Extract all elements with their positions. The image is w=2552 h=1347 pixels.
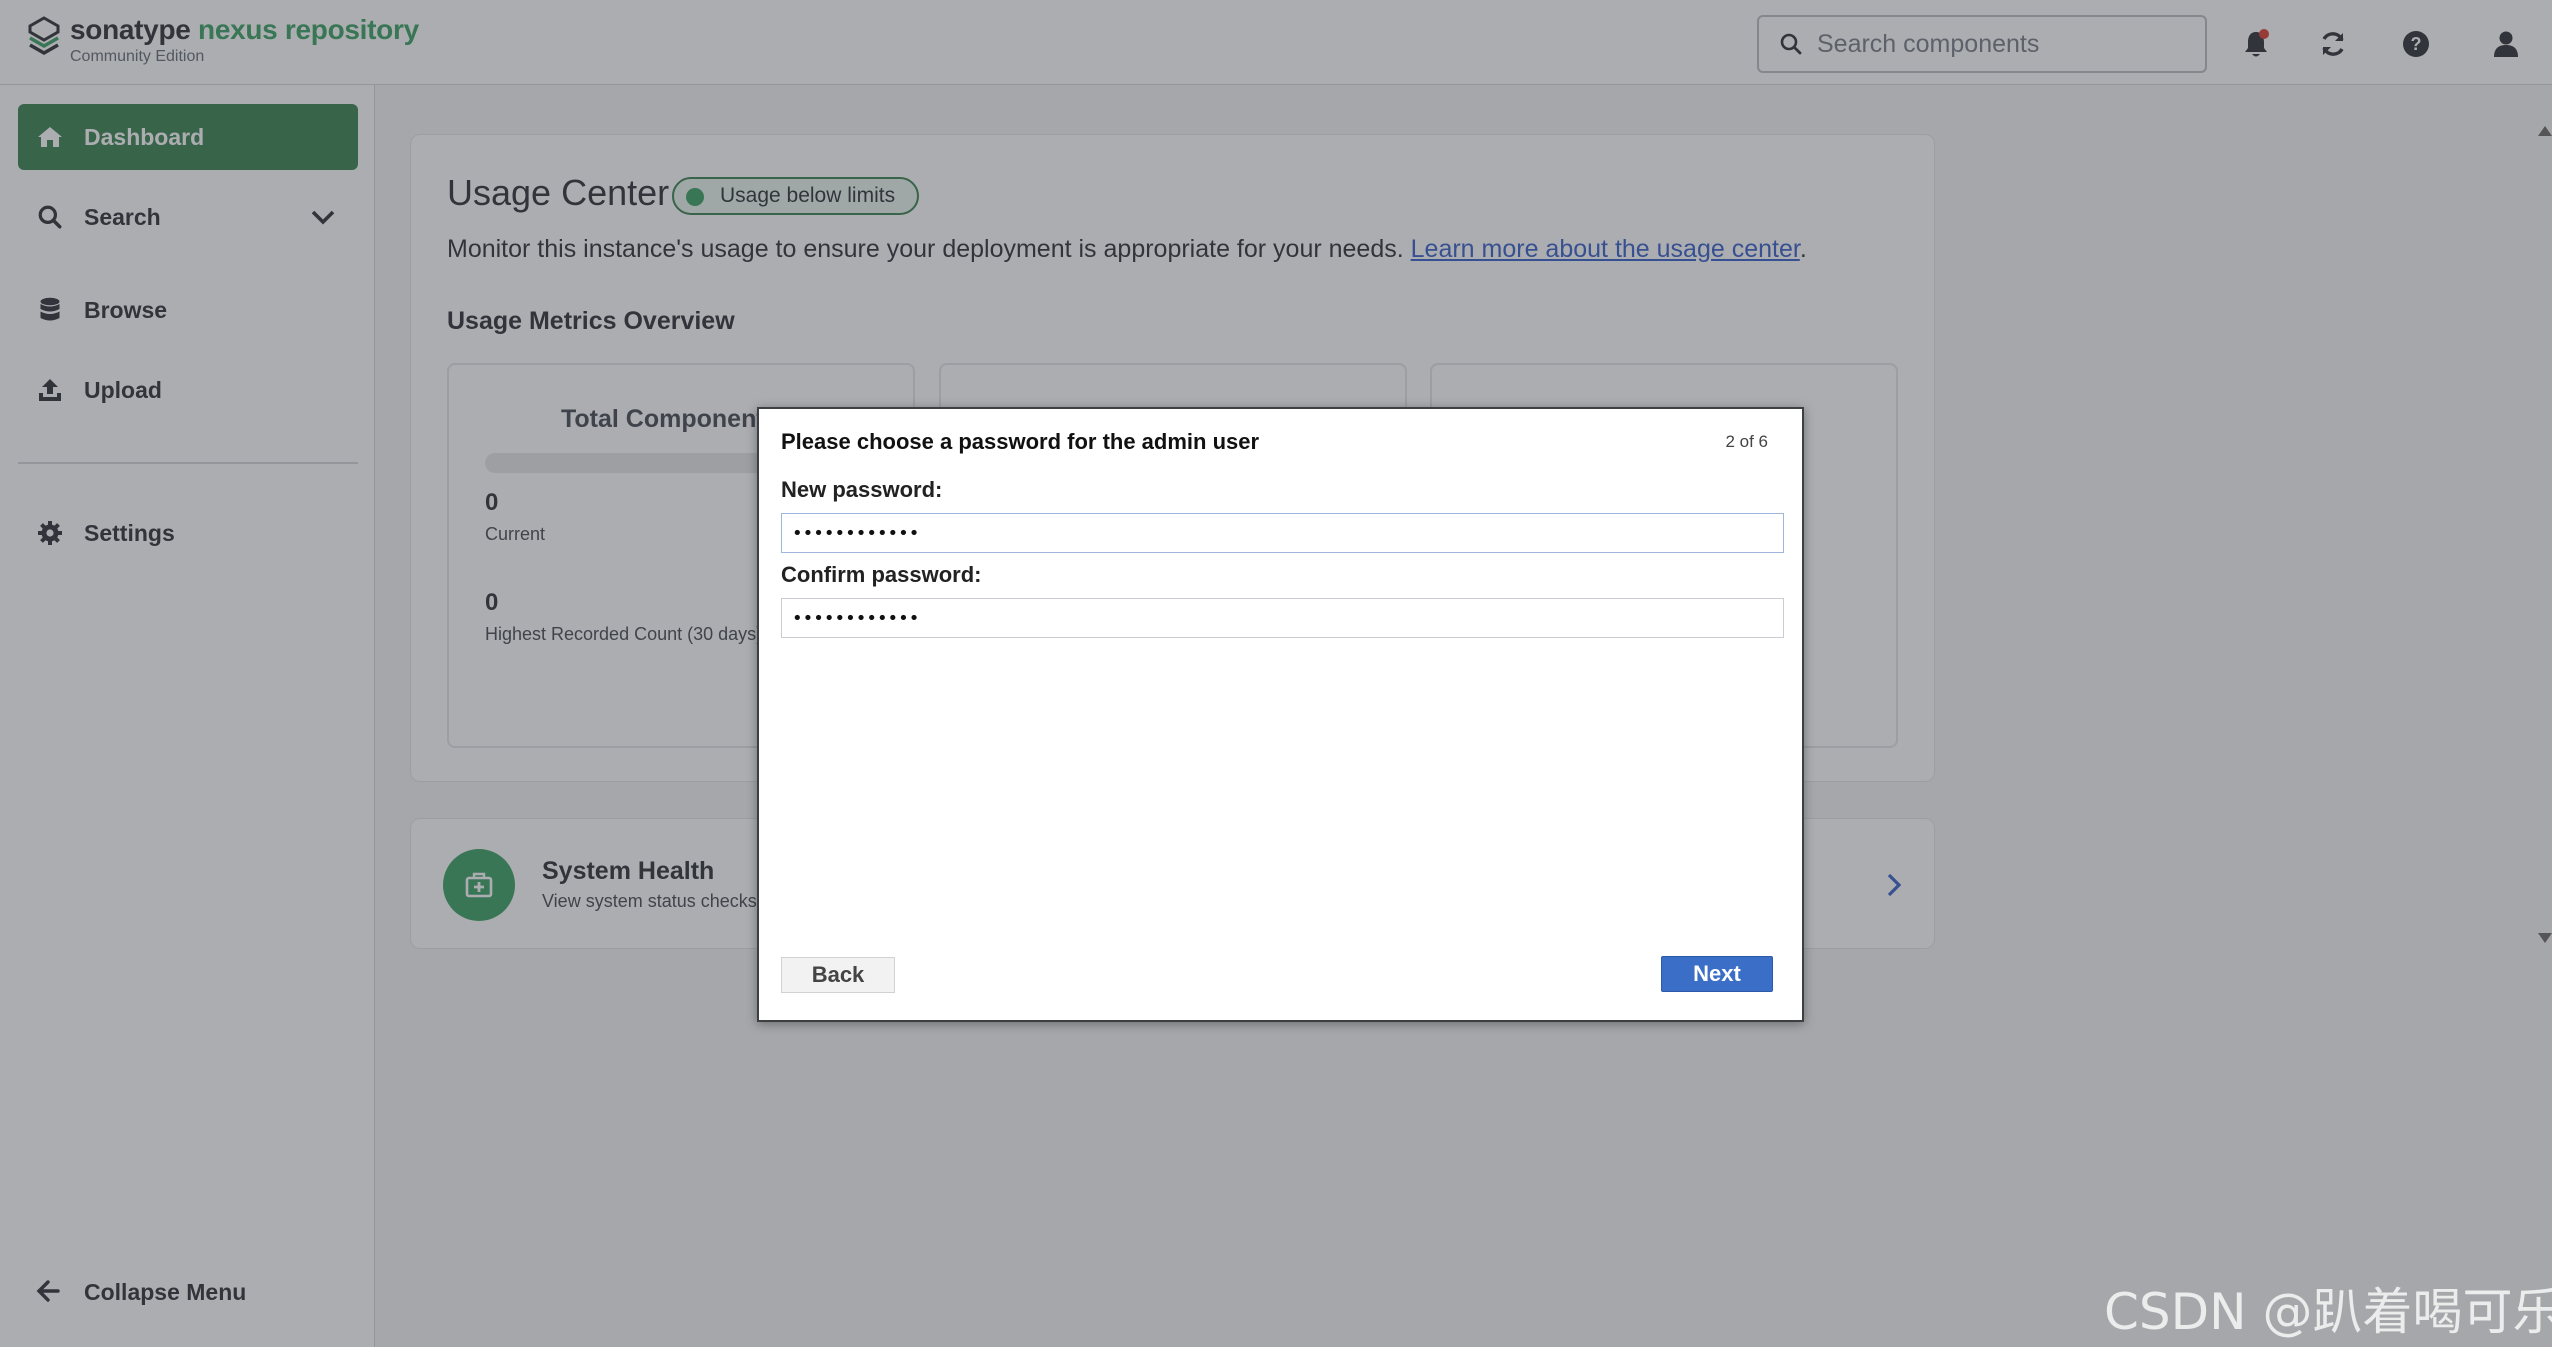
new-password-label: New password: xyxy=(781,477,943,502)
scroll-down-arrow[interactable] xyxy=(2538,933,2552,943)
watermark: CSDN @趴着喝可乐 xyxy=(2104,1283,2552,1341)
confirm-password-label: Confirm password: xyxy=(781,562,982,587)
setup-wizard-dialog: Please choose a password for the admin u… xyxy=(757,407,1804,1022)
dialog-title: Please choose a password for the admin u… xyxy=(781,429,1260,454)
back-button[interactable]: Back xyxy=(781,957,895,993)
next-button[interactable]: Next xyxy=(1661,956,1773,992)
new-password-field[interactable] xyxy=(781,513,1784,553)
confirm-password-field[interactable] xyxy=(781,598,1784,638)
scroll-up-arrow[interactable] xyxy=(2538,126,2552,136)
wizard-step-indicator: 2 of 6 xyxy=(1725,432,1768,451)
